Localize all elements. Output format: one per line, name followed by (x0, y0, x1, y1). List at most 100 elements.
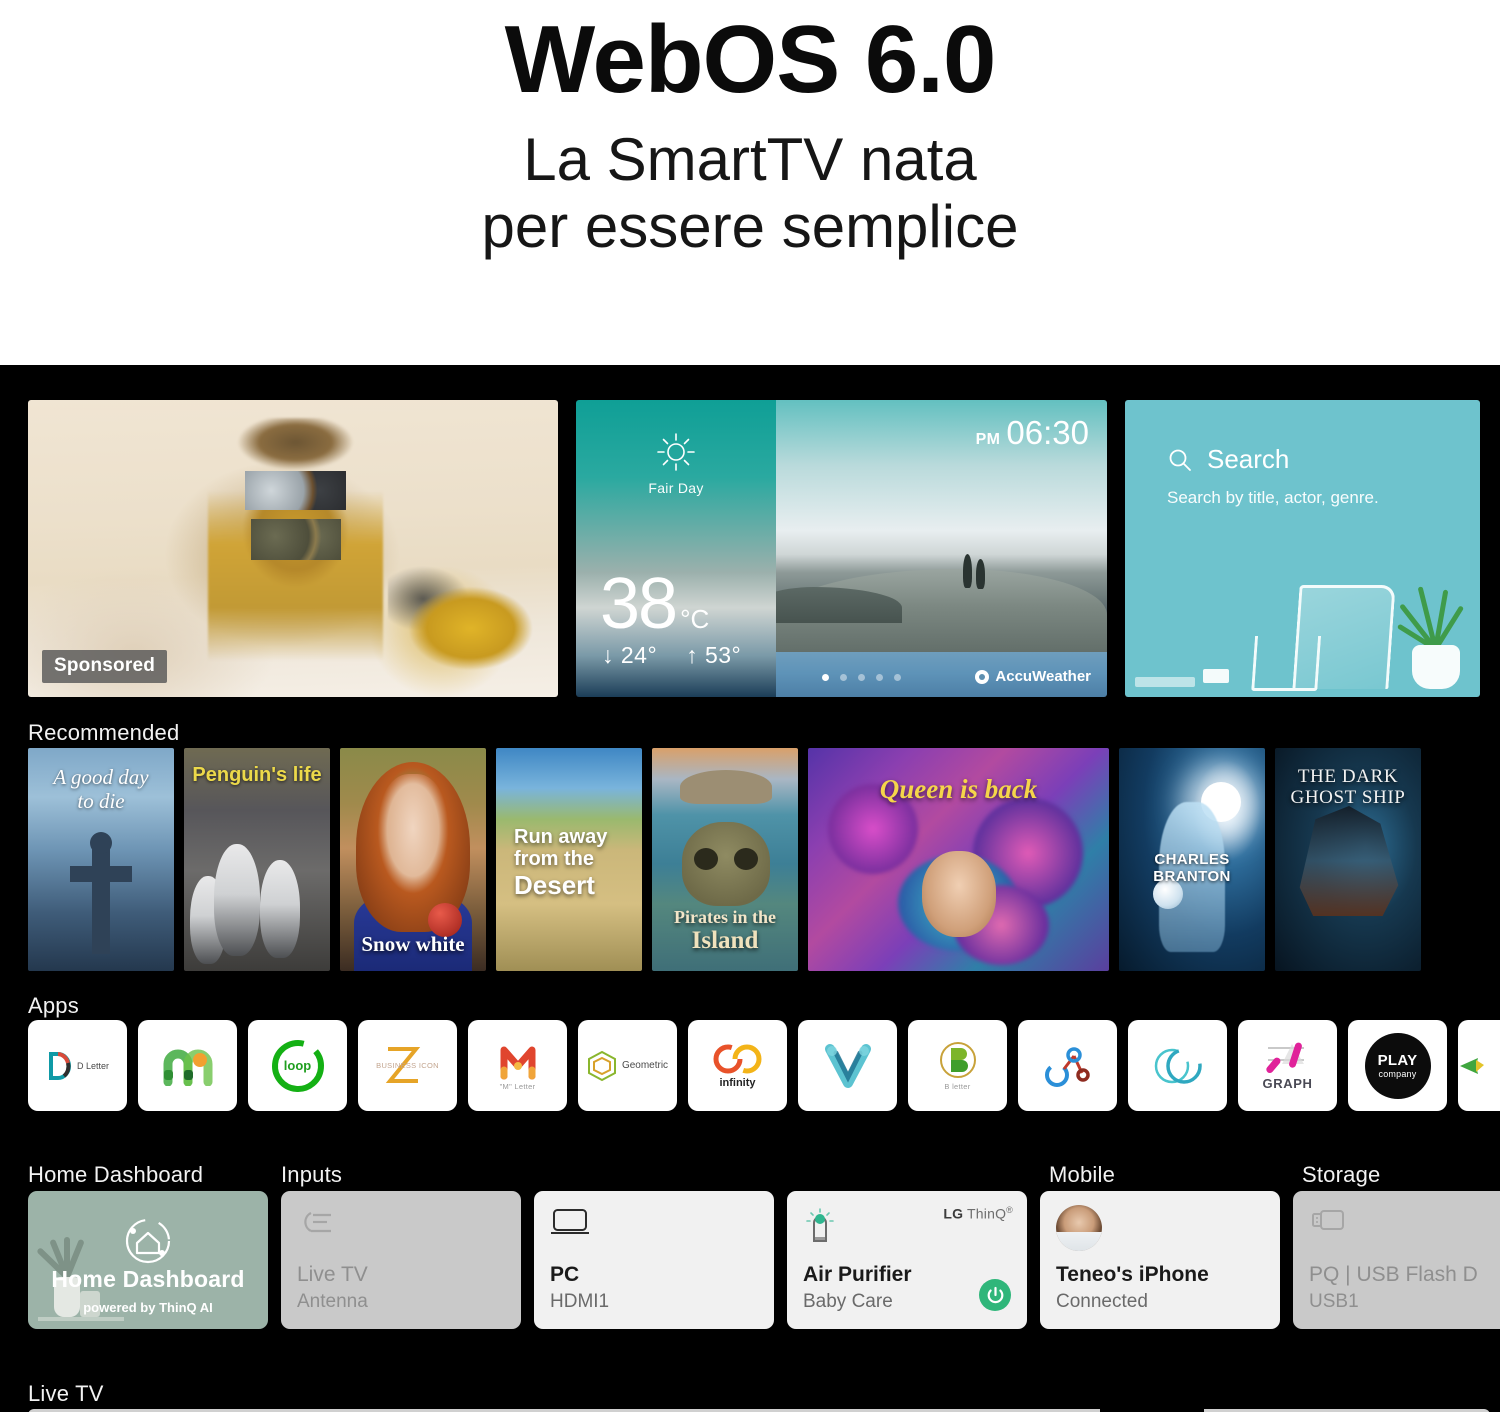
app-label: BUSINESS ICON (376, 1060, 439, 1070)
app-label: "M" Letter (499, 1082, 536, 1091)
leaf-glyph-icon (1460, 1057, 1484, 1074)
weather-card[interactable]: Fair Day 38 °C ↓ 24° ↑ 53° PM 06:30 Accu… (576, 400, 1107, 697)
recommended-tile[interactable]: Penguin's life (184, 748, 330, 971)
page-header: WebOS 6.0 La SmartTV nata per essere sem… (0, 0, 1500, 365)
search-hint: Search by title, actor, genre. (1167, 488, 1379, 507)
v-shape-app-icon[interactable] (798, 1020, 897, 1111)
app-label: Geometric (621, 1060, 669, 1071)
search-icon (1169, 449, 1191, 471)
status-badge: Sponsored (42, 650, 168, 683)
apps-section-label: Apps (28, 993, 79, 1018)
hero-backpack (388, 563, 548, 683)
page-subtitle-line1: La SmartTV nata (523, 125, 977, 193)
weather-provider: AccuWeather (975, 668, 1091, 685)
home-dashboard-card[interactable]: Home Dashboard powered by ThinQ AI (28, 1191, 268, 1329)
recommended-tile[interactable]: THE DARK GHOST SHIP (1275, 748, 1421, 971)
loop-ring-icon (271, 1039, 324, 1092)
monitor-icon (551, 1209, 589, 1234)
app-label: infinity (719, 1076, 756, 1089)
penguin-graphic (214, 844, 260, 956)
accuweather-logo-icon (975, 669, 990, 684)
card-title: PC (550, 1263, 580, 1286)
tree-icon (963, 554, 972, 589)
overlapping-circles-icon (1154, 1047, 1202, 1084)
carousel-dot[interactable] (840, 674, 847, 681)
b-glyph-icon (939, 1042, 976, 1078)
ship-graphic (1299, 806, 1399, 916)
carousel-dot[interactable] (876, 674, 883, 681)
weather-condition-label: Fair Day (648, 480, 704, 496)
app-label: PLAY (1377, 1052, 1418, 1069)
network-app-icon[interactable] (1018, 1020, 1117, 1111)
cross-graphic (70, 832, 132, 955)
graph-app-icon[interactable]: GRAPH (1238, 1020, 1337, 1111)
recommended-section-label: Recommended (28, 720, 180, 745)
carousel-dot[interactable] (894, 674, 901, 681)
m-letter-app-icon[interactable]: "M" Letter (468, 1020, 567, 1111)
m-logo-app-icon[interactable] (138, 1020, 237, 1111)
search-card[interactable]: Search Search by title, actor, genre. (1125, 400, 1480, 697)
recommended-row: A good day to die Penguin's life Snow wh… (28, 748, 1421, 971)
tv-home-screen: Sponsored Fair Day 38 °C ↓ 24° ↑ 53° PM … (0, 365, 1500, 1412)
chair-illustration (1292, 585, 1396, 689)
weather-scenery: PM 06:30 AccuWeather (776, 400, 1107, 697)
binoculars-icon (250, 518, 341, 561)
weather-provider-label: AccuWeather (995, 668, 1091, 685)
mobile-iphone-card[interactable]: Teneo's iPhone Connected (1040, 1191, 1280, 1329)
business-icon-app-icon[interactable]: BUSINESS ICON (358, 1020, 457, 1111)
recommended-tile[interactable]: Snow white (340, 748, 486, 971)
play-company-app-icon[interactable]: PLAY company (1348, 1020, 1447, 1111)
b-letter-app-icon[interactable]: B letter (908, 1020, 1007, 1111)
v-glyph-icon (824, 1043, 871, 1088)
air-purifier-card[interactable]: LG ThinQ® Air Purifier Baby Care (787, 1191, 1027, 1329)
temperature-low: ↓ 24° (602, 642, 658, 668)
power-toggle-button[interactable] (979, 1279, 1011, 1311)
home-dashboard-label: Home Dashboard (28, 1162, 204, 1187)
temperature-value: 38 (600, 564, 678, 645)
clock: PM 06:30 (976, 414, 1089, 452)
pc-input-card[interactable]: PC HDMI1 (534, 1191, 774, 1329)
tile-title-line1: A good day (53, 765, 149, 789)
graph-glyph-icon (1265, 1042, 1304, 1074)
storage-label: Storage (1302, 1162, 1381, 1187)
app-label: GRAPH (1262, 1076, 1313, 1091)
recommended-tile[interactable]: A good day to die (28, 748, 174, 971)
thinq-brand-label: ThinQ (967, 1205, 1007, 1222)
temperature-unit: °C (680, 604, 710, 635)
carousel-dots[interactable] (822, 674, 901, 681)
usb-storage-card[interactable]: PQ | USB Flash D USB1 (1293, 1191, 1500, 1329)
recommended-tile[interactable]: CHARLES BRANTON (1119, 748, 1265, 971)
search-label: Search (1207, 444, 1290, 474)
dashboard-row: Home Dashboard powered by ThinQ AI Live … (28, 1191, 1500, 1329)
recommended-tile[interactable]: Run away from the Desert (496, 748, 642, 971)
floor-object (1135, 677, 1195, 687)
circles-app-icon[interactable] (1128, 1020, 1227, 1111)
tile-title: Penguin's life (192, 764, 322, 786)
carousel-dot[interactable] (858, 674, 865, 681)
page-subtitle-line2: per essere semplice (481, 192, 1019, 260)
lg-thinq-brand: LG ThinQ® (943, 1205, 1013, 1222)
live-tv-input-card[interactable]: Live TV Antenna (281, 1191, 521, 1329)
d-letter-app-icon[interactable]: D Letter (28, 1020, 127, 1111)
shelf-decoration (38, 1317, 124, 1321)
card-title: Home Dashboard (51, 1266, 245, 1292)
card-title: PQ | USB Flash D (1309, 1263, 1478, 1286)
dashboard-section-labels: Home Dashboard Inputs Mobile Storage (0, 1162, 1500, 1188)
recommended-tile[interactable]: Pirates in the Island (652, 748, 798, 971)
antenna-icon (304, 1212, 331, 1233)
carousel-dot[interactable] (822, 674, 829, 681)
weather-hi-lo: ↓ 24° ↑ 53° (602, 642, 763, 669)
search-header[interactable]: Search (1167, 444, 1289, 475)
partial-app-icon[interactable] (1458, 1020, 1500, 1111)
face-graphic (921, 850, 996, 937)
infinity-glyph-icon (713, 1044, 761, 1073)
card-subtitle: powered by ThinQ AI (83, 1300, 213, 1315)
recommended-tile[interactable]: Queen is back (808, 748, 1109, 971)
tile-title: Run away from the Desert (514, 826, 608, 900)
skull-graphic (682, 822, 770, 906)
loop-app-icon[interactable]: loop (248, 1020, 347, 1111)
infinity-app-icon[interactable]: infinity (688, 1020, 787, 1111)
clock-time: 06:30 (1006, 414, 1089, 451)
geometric-app-icon[interactable]: Geometric (578, 1020, 677, 1111)
sponsored-hero-card[interactable]: Sponsored (28, 400, 558, 697)
